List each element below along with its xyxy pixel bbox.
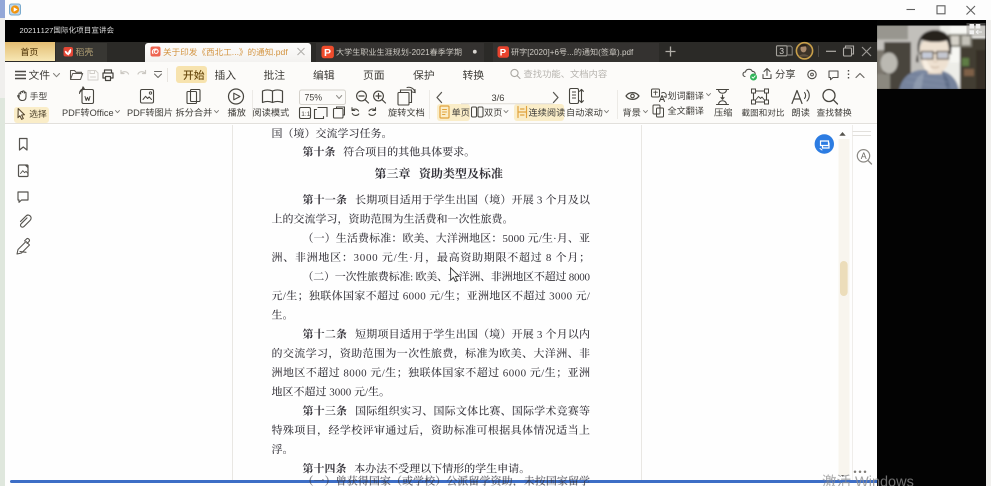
svg-text:3000: 3000 <box>549 291 573 303</box>
svg-text:·: · <box>553 233 557 245</box>
svg-text:/: / <box>541 367 545 379</box>
svg-text:8000: 8000 <box>343 367 367 379</box>
svg-text:P: P <box>324 47 331 59</box>
svg-text:·: · <box>409 252 413 264</box>
svg-text:PDF: PDF <box>62 108 81 118</box>
svg-text:5000: 5000 <box>502 233 525 245</box>
svg-text:3: 3 <box>779 46 784 56</box>
svg-text:3000: 3000 <box>354 252 379 264</box>
svg-text:6000: 6000 <box>403 291 427 303</box>
svg-text:/: / <box>441 291 445 303</box>
svg-text:-2021: -2021 <box>409 48 430 57</box>
svg-text:8000: 8000 <box>569 271 591 283</box>
svg-text:...: ... <box>567 48 574 57</box>
svg-text:8: 8 <box>546 252 552 264</box>
svg-text::: : <box>410 271 413 283</box>
svg-text:PDF: PDF <box>127 108 146 118</box>
svg-text:(: ( <box>598 48 601 57</box>
svg-text:[2020]+6: [2020]+6 <box>527 48 559 57</box>
svg-text:6000: 6000 <box>503 367 527 379</box>
svg-text:20211127: 20211127 <box>20 26 54 35</box>
svg-text:Windows: Windows <box>855 475 914 486</box>
svg-text:/: / <box>394 252 398 264</box>
svg-text:P: P <box>500 47 507 58</box>
svg-text:3: 3 <box>537 329 543 341</box>
svg-text:/: / <box>283 291 287 303</box>
svg-text:1:1: 1:1 <box>301 111 310 118</box>
svg-text:A: A <box>861 151 867 161</box>
svg-text:75%: 75% <box>305 93 323 103</box>
svg-text:/: / <box>539 233 543 245</box>
svg-text:Office: Office <box>90 108 114 118</box>
svg-text:3000: 3000 <box>329 387 352 399</box>
svg-text:/: / <box>587 291 591 303</box>
svg-text:3/6: 3/6 <box>492 93 505 103</box>
svg-text:).pdf: ).pdf <box>617 48 634 57</box>
svg-text:3: 3 <box>537 195 543 207</box>
svg-text:/: / <box>382 367 386 379</box>
svg-text:.pdf: .pdf <box>273 47 288 57</box>
svg-text:...: ... <box>232 47 239 57</box>
svg-text:/: / <box>365 387 369 399</box>
